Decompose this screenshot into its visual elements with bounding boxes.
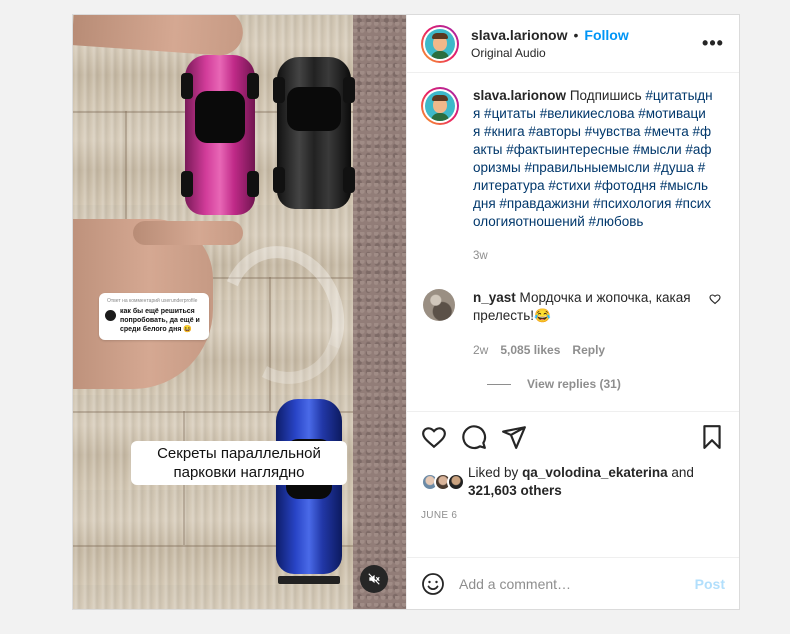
liked-by-others[interactable]: 321,603 others (468, 483, 562, 498)
post-actions: Liked by qa_volodina_ekaterina and 321,6… (407, 411, 739, 557)
emoji-icon[interactable] (421, 572, 445, 596)
black-toy-car (273, 57, 355, 209)
liker-avatar[interactable] (447, 473, 465, 491)
caption-hashtags[interactable]: #цитатыдня #цитаты #великиеслова #мотива… (473, 88, 713, 229)
comment-bubble-icon[interactable] (461, 424, 487, 450)
reply-button[interactable]: Reply (572, 341, 605, 359)
liked-by-row: Liked by qa_volodina_ekaterina and 321,6… (421, 464, 725, 500)
pink-toy-car (181, 55, 259, 215)
divider (487, 383, 511, 385)
video-caption-overlay: Секреты параллельной парковки наглядно (131, 441, 347, 485)
post-header: slava.larionow • Follow Original Audio •… (407, 15, 739, 73)
liked-by-and: and (671, 465, 694, 480)
author-username[interactable]: slava.larionow (471, 27, 567, 43)
post-date[interactable]: JUNE 6 (421, 510, 725, 521)
mute-button[interactable] (360, 565, 388, 593)
reply-sticker-text: как бы ещё решиться попробовать, да ещё … (120, 308, 200, 333)
blue-toy-car (276, 399, 342, 584)
more-options-button[interactable]: ••• (701, 33, 725, 54)
share-paper-plane-icon[interactable] (501, 424, 527, 450)
audio-label[interactable]: Original Audio (471, 46, 701, 60)
reply-sticker-header: Ответ на комментарий userunderprofile (107, 298, 198, 304)
caption: slava.larionow Подпишись #цитатыдня #цит… (421, 87, 725, 265)
author-avatar[interactable] (421, 24, 459, 63)
caption-text: Подпишись (569, 88, 642, 103)
commenter-username[interactable]: n_yast (473, 290, 516, 305)
like-comment-heart-icon[interactable] (709, 293, 721, 305)
caption-username[interactable]: slava.larionow (473, 88, 566, 103)
add-comment-bar: Post (407, 557, 739, 609)
comments-section: slava.larionow Подпишись #цитатыдня #цит… (407, 73, 739, 411)
like-heart-icon[interactable] (421, 424, 447, 450)
author-avatar[interactable] (421, 87, 459, 125)
liked-by-user[interactable]: qa_volodina_ekaterina (522, 465, 668, 480)
comment-reply-sticker: Ответ на комментарий userunderprofile ка… (99, 293, 209, 340)
video-caption-text: Секреты параллельной парковки наглядно (131, 441, 347, 485)
reel-video[interactable]: Ответ на комментарий userunderprofile ка… (73, 15, 406, 609)
carpet (353, 15, 406, 609)
liked-by-prefix: Liked by (468, 465, 519, 480)
finger (133, 221, 243, 245)
comment-likes[interactable]: 5,085 likes (500, 341, 560, 359)
avatar (105, 310, 116, 321)
view-replies-button[interactable]: View replies (31) (487, 377, 725, 391)
comment-input[interactable] (459, 575, 695, 592)
separator-dot: • (573, 27, 579, 43)
bookmark-icon[interactable] (699, 424, 725, 450)
muted-speaker-icon (368, 573, 380, 585)
post-comment-button[interactable]: Post (695, 576, 725, 592)
comment-timestamp: 2w (473, 343, 489, 357)
commenter-avatar[interactable] (423, 289, 455, 321)
follow-button[interactable]: Follow (584, 27, 628, 43)
view-replies-label: View replies (31) (527, 377, 621, 391)
caption-timestamp: 3w (473, 250, 488, 262)
comment: n_yast Мордочка и жопочка, какая прелест… (421, 289, 725, 359)
post-side-panel: slava.larionow • Follow Original Audio •… (406, 15, 739, 609)
post-dialog: Ответ на комментарий userunderprofile ка… (72, 14, 740, 610)
